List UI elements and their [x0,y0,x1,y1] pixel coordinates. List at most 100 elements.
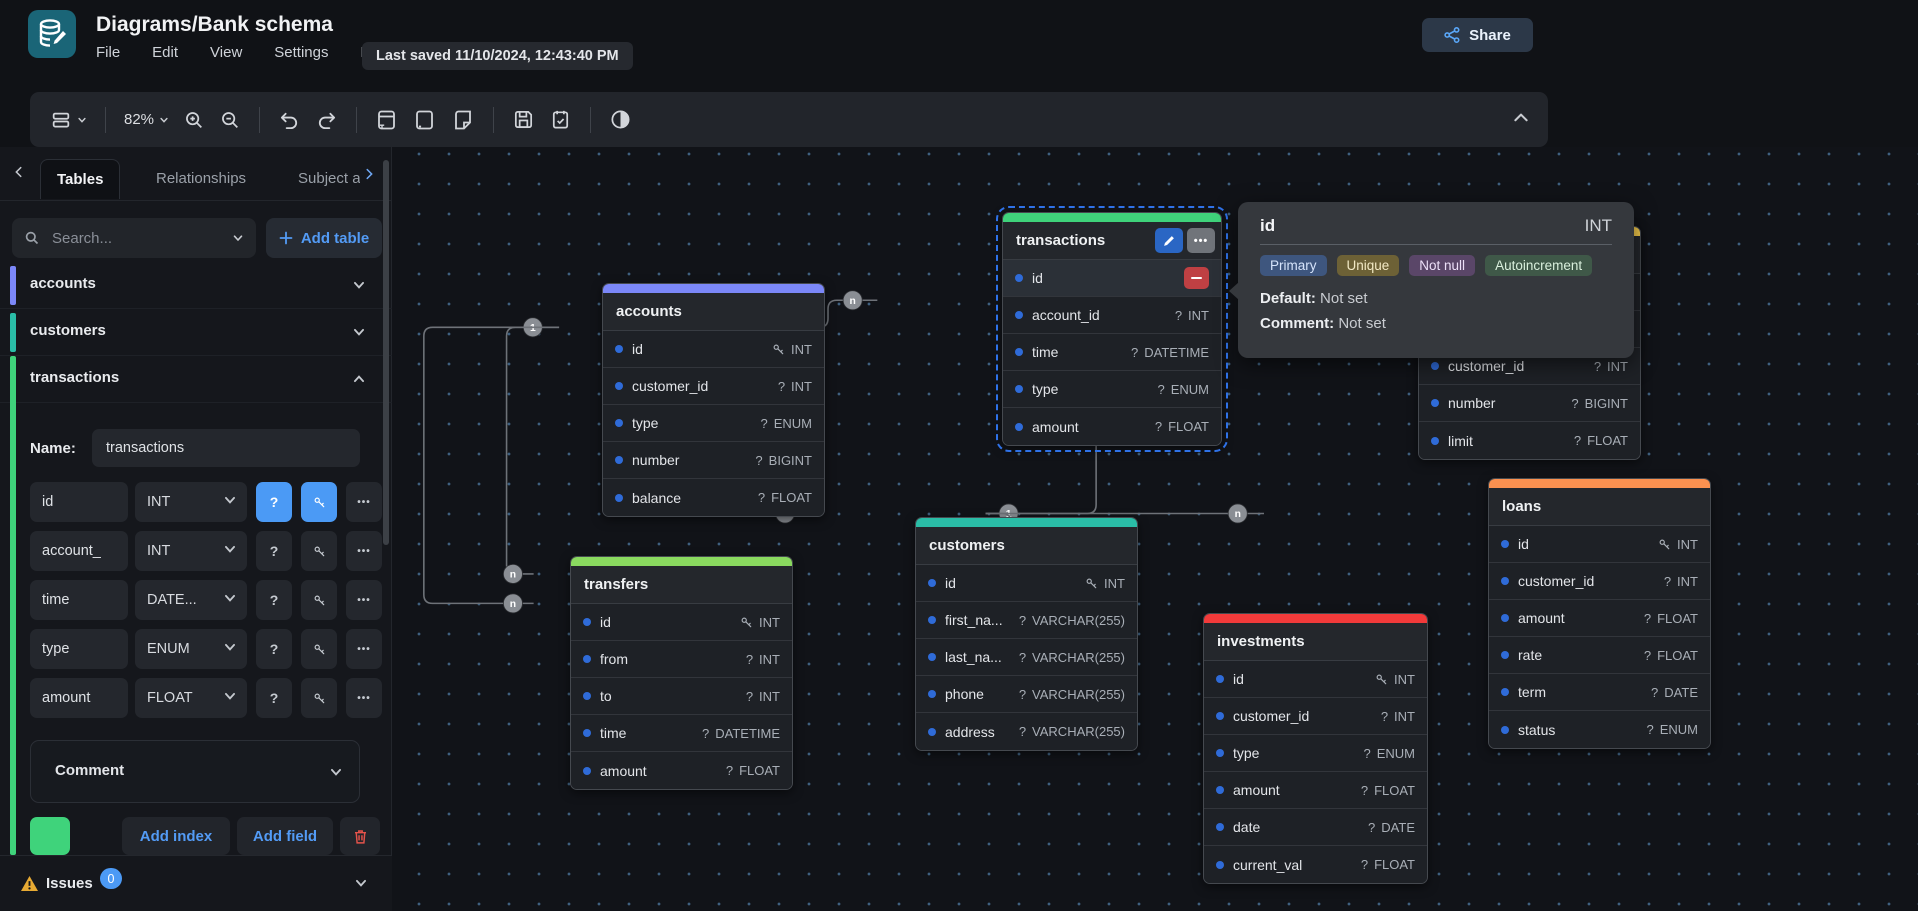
table-title[interactable]: investments [1204,623,1427,661]
add-table-button[interactable] [375,108,399,132]
primary-key-button[interactable] [301,482,337,522]
menu-item-settings[interactable]: Settings [274,44,328,61]
relationship-line[interactable] [424,327,559,603]
table-field-row[interactable]: first_na...?VARCHAR(255) [916,602,1137,639]
table-field-row[interactable]: idINT [571,604,792,641]
canvas-table-accounts[interactable]: accountsidINTcustomer_id?INTtype?ENUMnum… [602,283,825,517]
table-field-row[interactable]: id [1003,260,1221,297]
field-type-dropdown[interactable]: DATE... [135,580,247,620]
delete-table-button[interactable] [340,817,380,855]
nullable-toggle-button[interactable]: ? [256,580,292,620]
menu-item-view[interactable]: View [210,44,242,61]
tab-tables[interactable]: Tables [40,159,120,199]
menu-item-edit[interactable]: Edit [152,44,178,61]
layout-button[interactable] [50,109,87,131]
field-type-dropdown[interactable]: INT [135,482,247,522]
table-field-row[interactable]: phone?VARCHAR(255) [916,676,1137,713]
field-more-options-button[interactable]: ••• [346,531,382,571]
field-type-dropdown[interactable]: FLOAT [135,678,247,718]
table-field-row[interactable]: type?ENUM [1204,735,1427,772]
field-name-input[interactable]: type [30,629,128,669]
table-field-row[interactable]: type?ENUM [1003,371,1221,408]
field-type-dropdown[interactable]: INT [135,531,247,571]
theme-toggle-button[interactable] [609,108,632,131]
table-field-row[interactable]: limit?FLOAT [1419,422,1640,459]
table-title[interactable]: loans [1489,488,1710,526]
table-field-row[interactable]: address?VARCHAR(255) [916,713,1137,750]
menu-item-file[interactable]: File [96,44,120,61]
nullable-toggle-button[interactable]: ? [256,531,292,571]
field-more-options-button[interactable]: ••• [346,580,382,620]
table-search[interactable] [12,218,256,258]
sidebar-table-item-accounts[interactable]: accounts [0,262,392,309]
primary-key-button[interactable] [301,678,337,718]
table-field-row[interactable]: balance?FLOAT [603,479,824,516]
chevron-icon[interactable] [352,278,366,297]
field-type-dropdown[interactable]: ENUM [135,629,247,669]
zoom-in-button[interactable] [183,109,205,131]
canvas-table-customers[interactable]: customersidINTfirst_na...?VARCHAR(255)la… [915,517,1138,751]
delete-field-button[interactable] [1184,267,1209,289]
primary-key-button[interactable] [301,580,337,620]
table-field-row[interactable]: amount?FLOAT [571,752,792,789]
table-field-row[interactable]: customer_id?INT [603,368,824,405]
table-title[interactable]: transfers [571,566,792,604]
table-title[interactable]: transactions••• [1003,222,1221,260]
table-more-options-button[interactable]: ••• [1187,228,1215,253]
table-field-row[interactable]: number?BIGINT [603,442,824,479]
field-more-options-button[interactable]: ••• [346,678,382,718]
table-field-row[interactable]: from?INT [571,641,792,678]
sidebar-scrollbar[interactable] [383,160,389,545]
add-table-button-sidebar[interactable]: Add table [266,218,382,258]
table-field-row[interactable]: idINT [916,565,1137,602]
diagram-canvas[interactable]: 1nn1n1n1nnn accountsidINTcustomer_id?INT… [392,147,1918,911]
table-field-row[interactable]: amount?FLOAT [1003,408,1221,445]
nullable-toggle-button[interactable]: ? [256,629,292,669]
zoom-out-button[interactable] [219,109,241,131]
table-field-row[interactable]: term?DATE [1489,674,1710,711]
issues-bar[interactable]: Issues 0 [0,855,392,911]
canvas-table-investments[interactable]: investmentsidINTcustomer_id?INTtype?ENUM… [1203,613,1428,884]
table-color-swatch[interactable] [30,817,70,855]
canvas-table-transfers[interactable]: transfersidINTfrom?INTto?INTtime?DATETIM… [570,556,793,790]
canvas-table-transactions[interactable]: transactions•••idaccount_id?INTtime?DATE… [1002,212,1222,446]
undo-button[interactable] [278,108,301,131]
table-field-row[interactable]: customer_id?INT [1204,698,1427,735]
relationship-line[interactable] [507,327,560,574]
table-field-row[interactable]: account_id?INT [1003,297,1221,334]
table-field-row[interactable]: type?ENUM [603,405,824,442]
add-note-button[interactable] [451,108,475,132]
save-button[interactable] [512,108,535,131]
todo-button[interactable] [549,108,572,131]
collapse-toolbar-button[interactable] [1512,109,1530,132]
table-field-row[interactable]: amount?FLOAT [1204,772,1427,809]
sidebar-table-item-customers[interactable]: customers [0,309,392,356]
table-field-row[interactable]: last_na...?VARCHAR(255) [916,639,1137,676]
app-logo[interactable] [28,10,76,58]
table-field-row[interactable]: idINT [603,331,824,368]
field-name-input[interactable]: time [30,580,128,620]
field-name-input[interactable]: account_ [30,531,128,571]
table-field-row[interactable]: date?DATE [1204,809,1427,846]
nullable-toggle-button[interactable]: ? [256,678,292,718]
chevron-icon[interactable] [352,372,366,391]
table-title[interactable]: accounts [603,293,824,331]
add-subject-area-button[interactable] [413,108,437,132]
canvas-table-loans[interactable]: loansidINTcustomer_id?INTamount?FLOATrat… [1488,478,1711,749]
table-name-input[interactable] [92,429,360,467]
table-field-row[interactable]: rate?FLOAT [1489,637,1710,674]
table-field-row[interactable]: customer_id?INT [1489,563,1710,600]
table-field-row[interactable]: amount?FLOAT [1489,600,1710,637]
edit-table-button[interactable] [1155,228,1183,253]
search-input[interactable] [50,229,222,248]
table-field-row[interactable]: to?INT [571,678,792,715]
zoom-level-dropdown[interactable]: 82% [124,111,169,128]
nullable-toggle-button[interactable]: ? [256,482,292,522]
table-field-row[interactable]: idINT [1204,661,1427,698]
tab-relationships[interactable]: Relationships [140,159,262,199]
table-field-row[interactable]: time?DATETIME [571,715,792,752]
table-field-row[interactable]: current_val?FLOAT [1204,846,1427,883]
table-title[interactable]: customers [916,527,1137,565]
primary-key-button[interactable] [301,531,337,571]
share-button[interactable]: Share [1422,18,1533,52]
